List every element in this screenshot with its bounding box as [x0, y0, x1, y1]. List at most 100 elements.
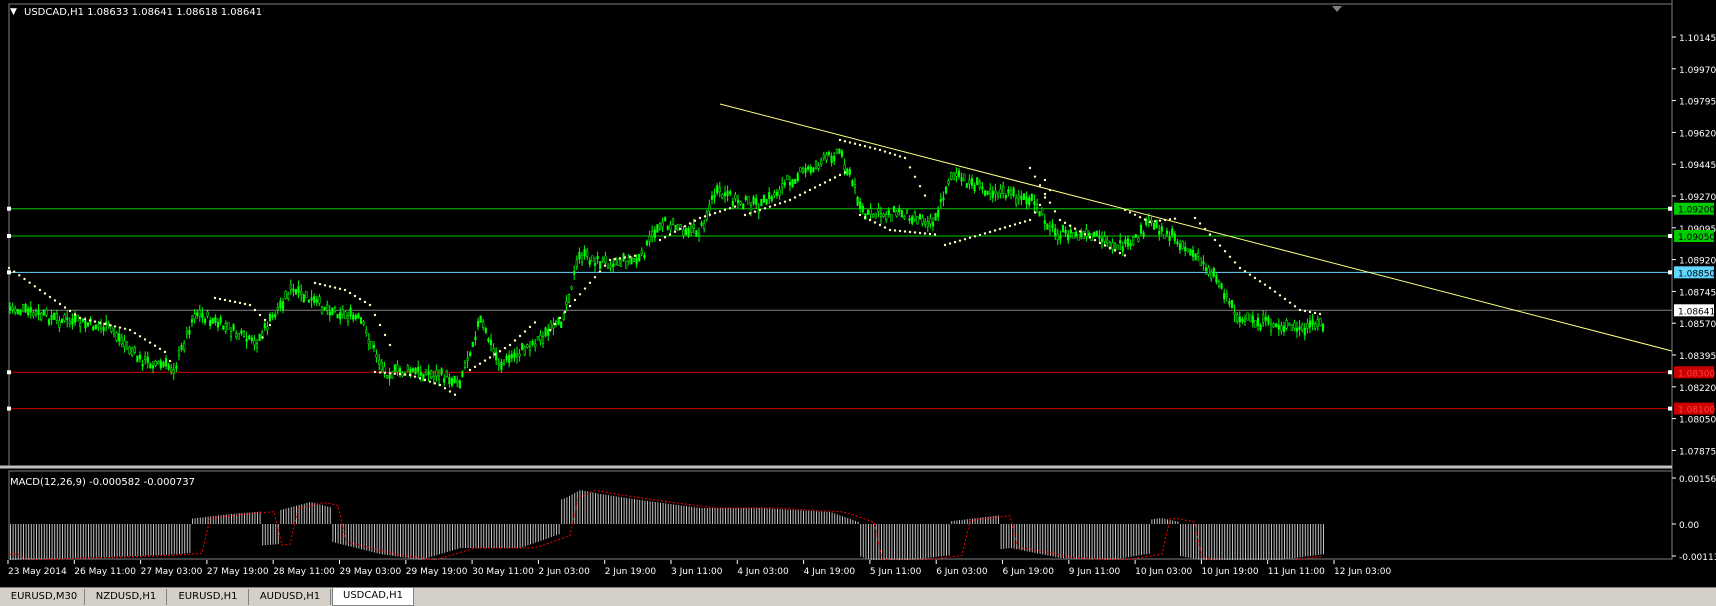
candle-body [146, 356, 149, 363]
chart-header-arrow[interactable]: ▼ [10, 7, 17, 17]
sar-dot [908, 230, 912, 234]
candle-body [705, 211, 708, 220]
sar-dot [18, 274, 21, 277]
macd-histogram-bar [836, 514, 838, 524]
candle-body [1072, 232, 1075, 239]
candle-body [336, 313, 339, 319]
sar-dot [513, 339, 517, 342]
macd-histogram-bar [387, 524, 388, 556]
trendline[interactable] [719, 103, 1673, 352]
macd-histogram-bar [717, 508, 719, 524]
level-handle-left[interactable] [7, 206, 11, 211]
time-tick-label: 30 May 11:00 [472, 567, 534, 577]
macd-histogram-bar [283, 509, 284, 524]
level-handle-right[interactable] [1668, 233, 1672, 238]
macd-histogram-bar [1297, 524, 1298, 558]
chart-tab-nzdusd-h1[interactable]: NZDUSD,H1 [86, 589, 167, 605]
candle-body [580, 254, 584, 263]
level-handle-left[interactable] [7, 233, 11, 238]
candle-body [110, 325, 113, 332]
candle-body [838, 148, 841, 154]
candle-body [466, 358, 469, 361]
macd-histogram-bar [571, 494, 573, 524]
candle-body [1295, 327, 1299, 332]
macd-header: MACD(12,26,9) -0.000582 -0.000737 [10, 477, 195, 488]
candle-body [913, 212, 916, 221]
macd-histogram-bar [1063, 524, 1064, 559]
macd-histogram-bar [1151, 519, 1153, 524]
candle-body [1020, 195, 1023, 201]
candle-body [653, 229, 656, 239]
macd-histogram-bar [1070, 524, 1072, 559]
sar-dot [893, 153, 897, 156]
candle-body [531, 340, 534, 345]
macd-histogram-bar [631, 498, 633, 524]
candle-body [890, 214, 893, 222]
candle-body [461, 371, 464, 377]
macd-histogram-bar [803, 510, 804, 524]
macd-histogram-bar [62, 524, 63, 559]
macd-histogram-bar [129, 524, 131, 557]
candle-body [557, 317, 560, 325]
sar-dot [398, 372, 402, 376]
candle-body [375, 354, 378, 358]
sar-dot [1003, 226, 1007, 229]
chart-tab-eurusd-m30[interactable]: EURUSD,M30 [4, 589, 85, 605]
price-tick-label: 1.08570 [1679, 320, 1716, 330]
candle-body [523, 346, 526, 355]
macd-histogram-bar [847, 518, 849, 524]
price-tick-label: 1.07875 [1679, 447, 1716, 457]
level-handle-right[interactable] [1668, 206, 1672, 211]
macd-histogram-bar [894, 524, 895, 560]
candle-body [892, 206, 896, 212]
level-handle-right[interactable] [1668, 270, 1672, 275]
candle-body [573, 271, 576, 275]
macd-histogram-bar [111, 524, 113, 557]
candle-body [424, 369, 428, 376]
level-handle-left[interactable] [7, 406, 11, 411]
chart-tab-usdcad-h1[interactable]: USDCAD,H1 [332, 588, 414, 606]
chart-tab-eurusd-h1[interactable]: EURUSD,H1 [168, 589, 249, 605]
level-handle-right[interactable] [1668, 406, 1672, 411]
macd-histogram-bar [20, 524, 22, 560]
candle-body [136, 355, 139, 363]
sar-dot [1033, 175, 1037, 178]
macd-histogram-bar [732, 508, 734, 524]
candle-body [812, 167, 815, 173]
candle-body [752, 196, 755, 205]
sar-dot [388, 372, 392, 375]
macd-histogram-bar [992, 516, 994, 524]
macd-histogram-bar [561, 499, 563, 524]
macd-histogram-bar [961, 519, 963, 524]
level-handle-right[interactable] [1668, 370, 1672, 375]
candle-body [1225, 294, 1228, 298]
sar-dot [1133, 213, 1137, 216]
sar-dot [728, 207, 732, 210]
main-chart[interactable]: 1.10145 1.09970 1.09795 1.09620 1.09445 1.092… [0, 0, 1716, 470]
level-handle-left[interactable] [7, 270, 11, 275]
sar-dot [1143, 218, 1147, 221]
candle-body [869, 208, 872, 216]
macd-histogram-bar [1008, 524, 1010, 549]
candle-body [367, 339, 370, 345]
sar-dot [1153, 220, 1157, 223]
macd-histogram-bar [1177, 521, 1179, 524]
macd-frame [8, 470, 1673, 560]
level-handle-left[interactable] [7, 370, 11, 375]
macd-histogram-bar [439, 524, 440, 555]
sar-dot [363, 300, 367, 304]
macd-panel[interactable]: MACD(12,26,9) -0.000582 -0.000737 0.0015… [0, 470, 1716, 560]
macd-histogram-bar [488, 524, 490, 548]
candle-body [1220, 283, 1223, 289]
chart-shift-marker[interactable] [1332, 6, 1342, 12]
macd-histogram-bar [693, 507, 695, 524]
chart-tab-audusd-h1[interactable]: AUDUSD,H1 [250, 589, 331, 605]
candle-body [27, 308, 30, 316]
candle-body [1321, 323, 1325, 332]
sar-dot [523, 330, 527, 333]
candle-body [612, 263, 615, 268]
sar-dot [1278, 294, 1282, 297]
candle-body [131, 347, 134, 356]
candle-body [583, 248, 586, 257]
sar-dot [788, 198, 792, 202]
